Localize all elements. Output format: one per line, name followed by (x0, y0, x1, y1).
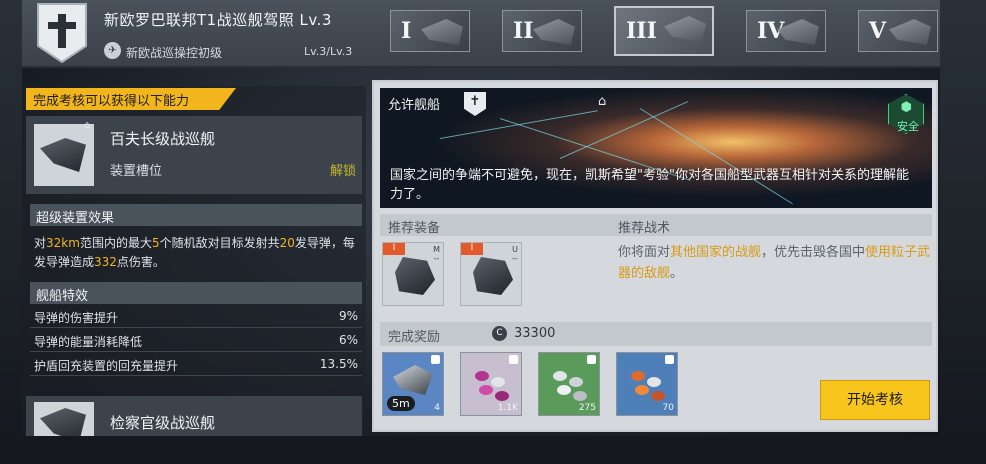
lock-icon (431, 355, 440, 364)
unlock-status: 解锁 (329, 164, 356, 179)
lock-icon (509, 355, 518, 364)
tier-tab-2[interactable]: II (502, 10, 582, 52)
super-effect-description: 对32km范围内的最大5个随机敌对目标发射共20发导弹，每发导弹造成332点伤害… (34, 236, 355, 269)
exam-detail-panel: 允许舰船 ✝ ⌂ ⬢ 安全 国家之间的争端不可避免，现在，凯斯希望"考验"你对各… (372, 80, 938, 432)
reward-item[interactable]: 275 (538, 352, 600, 416)
reward-quantity: 70 (662, 403, 674, 413)
license-header: 新欧罗巴联邦T1战巡舰驾照 Lv.3 ✈ 新欧战巡操控初级 Lv.3/Lv.3 … (22, 0, 940, 68)
equipment-type-label: U -- (512, 245, 518, 263)
unlock-ship-card[interactable]: ⌂ 百夫长级战巡舰 装置槽位 解锁 (26, 116, 362, 194)
ship-thumbnail (34, 402, 94, 436)
effect-row: 导弹的伤害提升 9% (30, 306, 362, 328)
credits-amount: 33300 (514, 326, 556, 341)
reward-heading: 完成奖励 C 33300 (380, 322, 932, 346)
effect-row: 护盾回充装置的回充量提升 13.5% (30, 354, 362, 376)
tier-tab-1[interactable]: I (390, 10, 470, 52)
lock-icon (665, 355, 674, 364)
home-icon: ⌂ (598, 94, 607, 109)
reward-quantity: 1.1K (497, 403, 518, 413)
shield-booster-icon (473, 257, 513, 295)
ship-effects-heading: 舰船特效 (30, 282, 362, 304)
license-badge-icon (37, 3, 87, 64)
exam-hero-image: 允许舰船 ✝ ⌂ ⬢ 安全 国家之间的争端不可避免，现在，凯斯希望"考验"你对各… (380, 88, 932, 208)
page-title: 新欧罗巴联邦T1战巡舰驾照 Lv.3 (104, 11, 332, 29)
reward-item[interactable]: 5m 4 (382, 352, 444, 416)
home-icon: ⌂ (84, 120, 91, 131)
lock-icon (587, 355, 596, 364)
ship-thumbnail (34, 124, 94, 186)
credits-icon: C (492, 326, 507, 341)
next-ship-card[interactable]: 检察官级战巡舰 (26, 396, 362, 436)
equipment-tier-tag: I (461, 243, 483, 255)
piloting-skill-icon: ✈ (104, 42, 121, 59)
tier-tab-3[interactable]: III (614, 6, 714, 56)
effect-row: 导弹的能量消耗降低 6% (30, 330, 362, 352)
ship-name: 检察官级战巡舰 (110, 414, 216, 432)
safe-label: 安全 (897, 120, 919, 133)
equipment-slot[interactable]: I U -- (460, 242, 522, 306)
equipment-slot[interactable]: I M -- (382, 242, 444, 306)
start-exam-button[interactable]: 开始考核 (820, 380, 930, 420)
exam-description: 国家之间的争端不可避免，现在，凯斯希望"考验"你对各国船型武器互相针对关系的理解… (390, 168, 909, 202)
recommended-tactics-heading: 推荐战术 (610, 214, 932, 236)
duration-badge: 5m (387, 396, 415, 411)
level-readout: Lv.3/Lv.3 (304, 45, 353, 58)
reward-quantity: 4 (434, 403, 440, 413)
tier-tabs: I II III IV V (390, 6, 938, 56)
reward-item[interactable]: 70 (616, 352, 678, 416)
tier-tab-4[interactable]: IV (746, 10, 826, 52)
abilities-banner: 完成考核可以获得以下能力 (26, 88, 236, 110)
allowed-ship-class-icon: ✝ (464, 92, 486, 116)
reward-item[interactable]: 1.1K (460, 352, 522, 416)
allowed-ships-label: 允许舰船 (388, 98, 441, 113)
safe-emblem-icon: ⬢ (900, 100, 912, 115)
missile-launcher-icon (395, 257, 435, 295)
recommended-equipment-heading: 推荐装备 (380, 214, 610, 236)
ship-name: 百夫长级战巡舰 (110, 130, 216, 148)
skill-label: 新欧战巡操控初级 (126, 46, 223, 60)
abilities-panel[interactable]: 完成考核可以获得以下能力 ⌂ 百夫长级战巡舰 装置槽位 解锁 超级装置效果 对3… (22, 86, 366, 436)
tactic-text: 你将面对其他国家的战舰，优先击毁各国中使用粒子武器的敌舰。 (618, 245, 931, 281)
super-effect-heading: 超级装置效果 (30, 204, 362, 226)
equipment-type-label: M -- (433, 245, 440, 263)
reward-quantity: 275 (578, 403, 596, 413)
equipment-tier-tag: I (383, 243, 405, 255)
tier-tab-5[interactable]: V (858, 10, 938, 52)
slot-label: 装置槽位 (110, 164, 163, 179)
